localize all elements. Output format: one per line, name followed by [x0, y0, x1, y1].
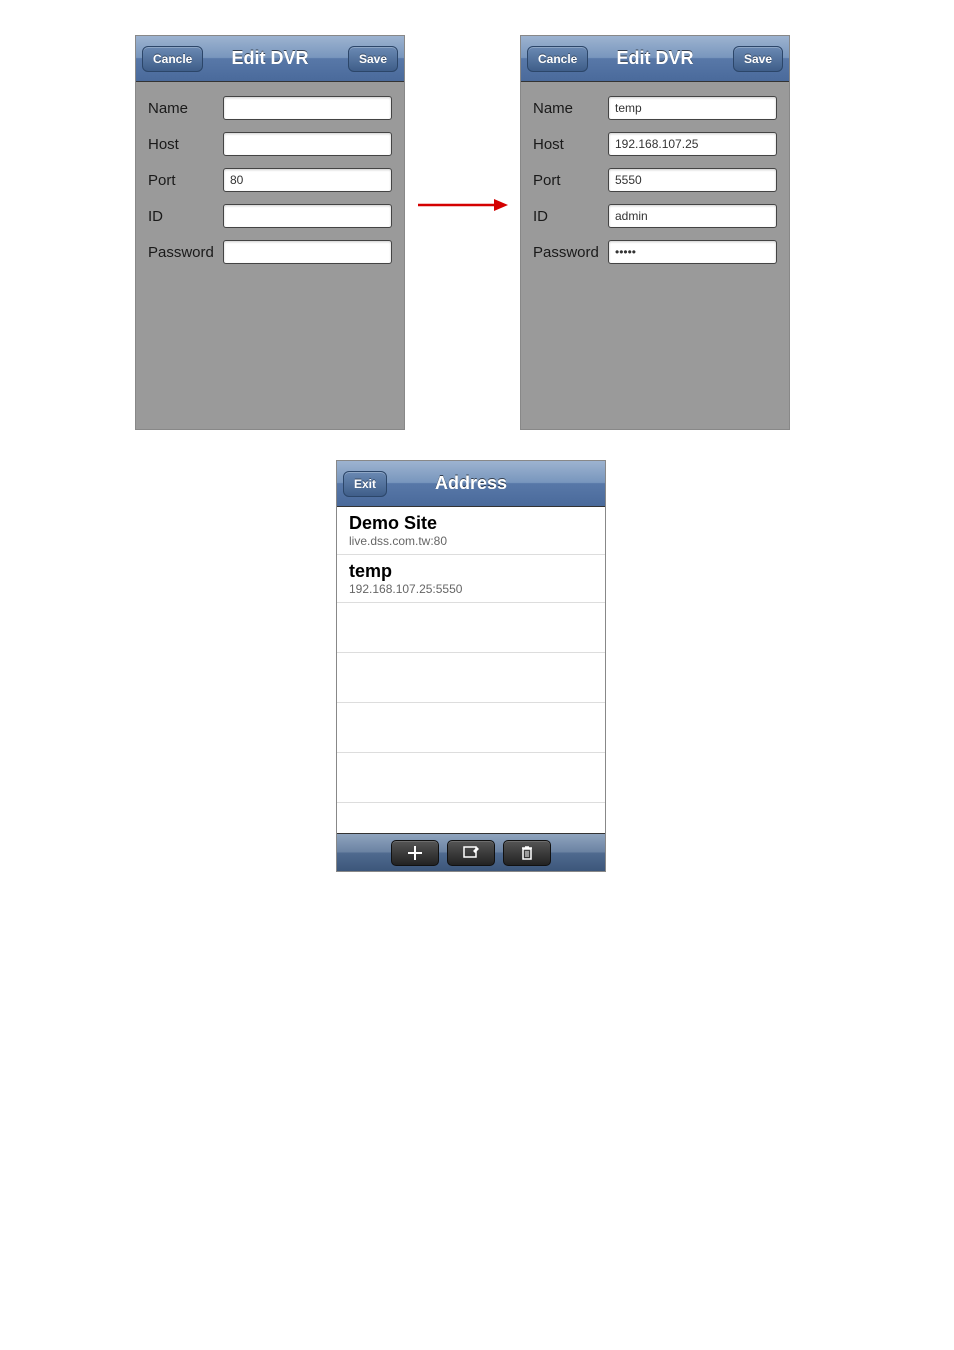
empty-row — [337, 653, 605, 703]
edit-dvr-panel-filled: Cancle Edit DVR Save Name Host Port ID — [520, 35, 790, 430]
address-title: Demo Site — [349, 513, 593, 534]
name-input[interactable] — [608, 96, 777, 120]
empty-row — [337, 603, 605, 653]
host-label: Host — [148, 136, 223, 153]
address-row[interactable]: Demo Site live.dss.com.tw:80 — [337, 507, 605, 555]
add-button[interactable] — [391, 840, 439, 866]
exit-button[interactable]: Exit — [343, 471, 387, 497]
port-input[interactable] — [223, 168, 392, 192]
name-label: Name — [148, 100, 223, 117]
host-input[interactable] — [608, 132, 777, 156]
address-title: temp — [349, 561, 593, 582]
password-label: Password — [148, 244, 223, 261]
delete-button[interactable] — [503, 840, 551, 866]
trash-icon — [518, 844, 536, 862]
cancel-button[interactable]: Cancle — [527, 46, 588, 72]
password-input[interactable] — [608, 240, 777, 264]
password-label: Password — [533, 244, 608, 261]
host-input[interactable] — [223, 132, 392, 156]
edit-dvr-panel-empty: Cancle Edit DVR Save Name Host Port ID — [135, 35, 405, 430]
port-label: Port — [148, 172, 223, 189]
address-sub: live.dss.com.tw:80 — [349, 534, 593, 548]
address-sub: 192.168.107.25:5550 — [349, 582, 593, 596]
id-label: ID — [148, 208, 223, 225]
address-row[interactable]: temp 192.168.107.25:5550 — [337, 555, 605, 603]
titlebar: Cancle Edit DVR Save — [136, 36, 404, 82]
titlebar: Cancle Edit DVR Save — [521, 36, 789, 82]
host-label: Host — [533, 136, 608, 153]
port-input[interactable] — [608, 168, 777, 192]
empty-row — [337, 703, 605, 753]
name-label: Name — [533, 100, 608, 117]
name-input[interactable] — [223, 96, 392, 120]
arrow-icon — [416, 195, 508, 215]
edit-button[interactable] — [447, 840, 495, 866]
plus-icon — [406, 844, 424, 862]
password-input[interactable] — [223, 240, 392, 264]
toolbar — [337, 833, 605, 871]
titlebar: Exit Address — [337, 461, 605, 507]
empty-row — [337, 753, 605, 803]
port-label: Port — [533, 172, 608, 189]
save-button[interactable]: Save — [348, 46, 398, 72]
edit-icon — [462, 844, 480, 862]
id-input[interactable] — [223, 204, 392, 228]
cancel-button[interactable]: Cancle — [142, 46, 203, 72]
id-label: ID — [533, 208, 608, 225]
address-panel: Exit Address Demo Site live.dss.com.tw:8… — [336, 460, 606, 872]
id-input[interactable] — [608, 204, 777, 228]
save-button[interactable]: Save — [733, 46, 783, 72]
